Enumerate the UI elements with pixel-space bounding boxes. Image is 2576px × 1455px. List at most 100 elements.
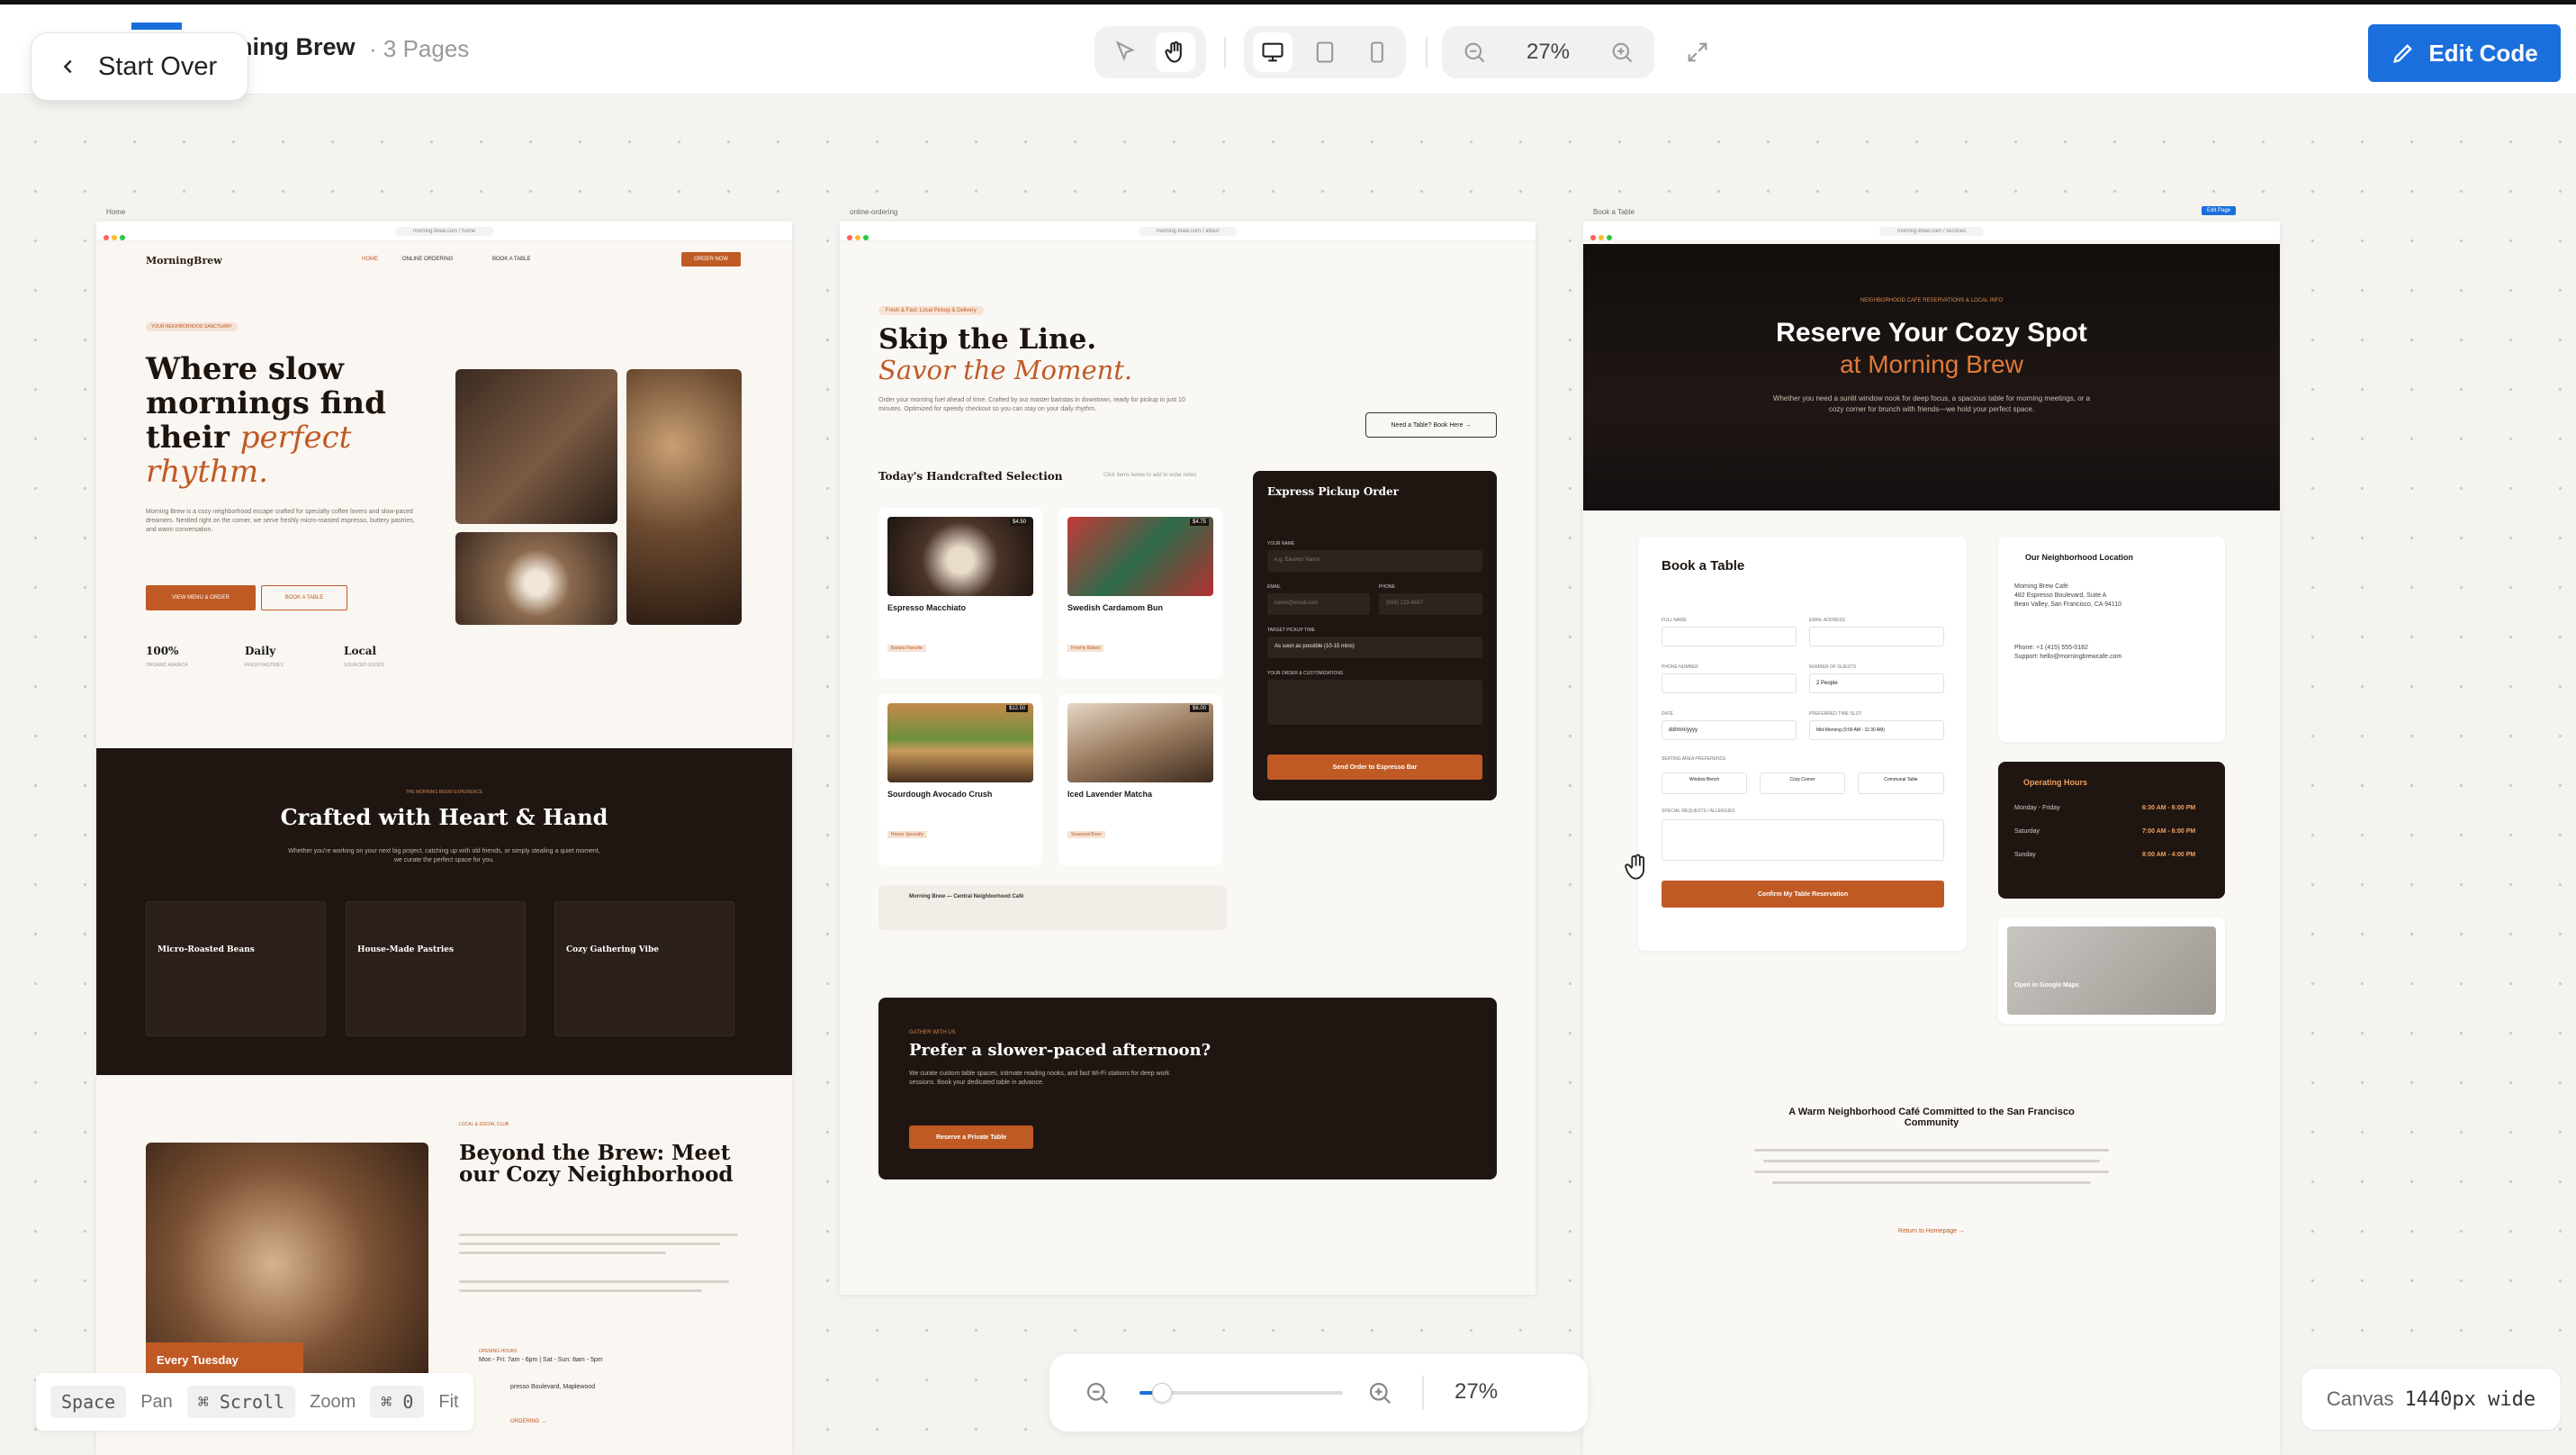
zoom-in-icon[interactable] <box>1366 1379 1393 1406</box>
seating-option[interactable]: Communal Table <box>1858 773 1944 794</box>
customizations-textarea[interactable] <box>1267 680 1482 725</box>
email-input[interactable] <box>1809 627 1944 646</box>
nav-order-button[interactable]: ORDER NOW <box>681 252 741 267</box>
booking-form-title: Book a Table <box>1662 558 1745 574</box>
text-line <box>459 1289 702 1292</box>
field-label: SPECIAL REQUESTS / ALLERGIES <box>1662 809 1735 814</box>
cursor-icon <box>1115 41 1135 62</box>
url-bar: morning-brew.com / home <box>394 227 494 236</box>
frame-order[interactable]: morning-brew.com / about Fresh & Fast: L… <box>840 221 1536 1295</box>
nav-book-table[interactable]: BOOK A TABLE <box>492 257 530 262</box>
pencil-icon <box>2393 44 2413 63</box>
seating-option[interactable]: Cozy Corner <box>1760 773 1845 794</box>
edit-code-button[interactable]: Edit Code <box>2368 24 2561 82</box>
experience-eyebrow: THE MORNING BREW EXPERIENCE <box>405 790 483 795</box>
pan-tool-button[interactable] <box>1156 32 1195 72</box>
browser-chrome: morning-brew.com / about <box>840 221 1536 241</box>
date-input[interactable]: dd/mm/yyyy <box>1662 720 1797 740</box>
zoom-in-button[interactable] <box>1602 32 1642 72</box>
nav-online-ordering[interactable]: ONLINE ORDERING <box>402 257 453 262</box>
hours-title: Operating Hours <box>2023 778 2088 787</box>
phone-input[interactable]: (555) 123-4567 <box>1379 593 1482 615</box>
bread-photo <box>626 369 742 625</box>
select-tool-button[interactable] <box>1105 32 1145 72</box>
divider <box>1426 37 1428 68</box>
hours-time: 6:30 AM - 6:00 PM <box>2142 805 2196 811</box>
name-input[interactable]: e.g. Eleanor Vance <box>1267 550 1482 572</box>
feature-card: Cozy Gathering Vibe <box>554 901 734 1036</box>
zoom-slider-track[interactable] <box>1139 1383 1343 1403</box>
nav-home[interactable]: HOME <box>362 257 378 262</box>
pickup-time-select[interactable]: As soon as possible (10-15 mins) <box>1267 637 1482 658</box>
browser-chrome: morning-brew.com / home <box>96 221 792 241</box>
menu-item-card[interactable]: Sourdough Avocado Crush $12.50 House Spe… <box>878 694 1042 865</box>
menu-item-name: Iced Lavender Matcha <box>1067 790 1153 799</box>
menu-item-card[interactable]: Espresso Macchiato $4.50 Barista Favorit… <box>878 508 1042 679</box>
seating-option[interactable]: Window Bench <box>1662 773 1747 794</box>
menu-item-photo <box>887 703 1033 782</box>
edit-page-chip[interactable]: Edit Page <box>2202 206 2237 215</box>
about-title: A Warm Neighborhood Café Committed to th… <box>1788 1107 2075 1128</box>
frame-book[interactable]: morning-brew.com / services NEIGHBORHOOD… <box>1583 221 2280 1455</box>
expand-icon <box>1688 42 1707 62</box>
menu-item-card[interactable]: Iced Lavender Matcha $6.00 Seasonal Brew <box>1058 694 1222 865</box>
url-bar: morning-brew.com / about <box>1138 227 1238 236</box>
support-line: Support: hello@morningbrewcafe.com <box>2014 654 2122 660</box>
canvas-width-indicator: Canvas 1440px wide <box>2301 1368 2562 1431</box>
phone-input[interactable] <box>1662 673 1797 693</box>
window-dots <box>847 229 871 245</box>
frame-tag-order: online-ordering <box>850 208 898 216</box>
phone-line: Phone: +1 (415) 555-0182 <box>2014 645 2088 651</box>
mobile-view-button[interactable] <box>1357 32 1397 72</box>
chevron-left-icon <box>63 59 72 74</box>
zoom-out-icon[interactable] <box>1084 1379 1111 1406</box>
start-over-button[interactable]: Start Over <box>31 32 248 101</box>
zoom-out-button[interactable] <box>1455 32 1494 72</box>
desktop-view-button[interactable] <box>1253 32 1293 72</box>
full-name-input[interactable] <box>1662 627 1797 646</box>
menu-item-photo <box>887 517 1033 596</box>
frame-home[interactable]: morning-brew.com / home MorningBrew HOME… <box>96 221 792 1455</box>
canvas-width: 1440px wide <box>2404 1387 2536 1411</box>
field-label: EMAIL ADDRESS <box>1809 618 1846 623</box>
map-card[interactable]: Open in Google Maps <box>1998 917 2225 1024</box>
address-value: presso Boulevard, Maplewood <box>510 1384 596 1390</box>
menu-item-name: Espresso Macchiato <box>887 603 967 612</box>
open-maps-link[interactable]: Open in Google Maps <box>2014 982 2079 989</box>
tablet-view-button[interactable] <box>1305 32 1345 72</box>
hand-icon <box>1165 41 1182 63</box>
book-here-button[interactable]: Need a Table? Book Here → <box>1365 412 1497 438</box>
ordering-link[interactable]: ORDERING → <box>510 1419 546 1424</box>
book-table-button[interactable]: BOOK A TABLE <box>261 585 347 610</box>
stat-value: Daily <box>245 645 276 657</box>
zoom-bar: 27% <box>1049 1354 1588 1432</box>
reserve-table-button[interactable]: Reserve a Private Table <box>909 1125 1033 1149</box>
view-menu-button[interactable]: VIEW MENU & ORDER <box>146 585 256 610</box>
feature-card: House-Made Pastries <box>346 901 526 1036</box>
confirm-reservation-button[interactable]: Confirm My Table Reservation <box>1662 881 1944 908</box>
time-slot-select[interactable]: Mid-Morning (9:00 AM - 11:30 AM) <box>1809 720 1944 740</box>
url-bar: morning-brew.com / services <box>1878 227 1985 236</box>
divider <box>1422 1376 1424 1410</box>
guests-select[interactable]: 2 People <box>1809 673 1944 693</box>
experience-section: THE MORNING BREW EXPERIENCE Crafted with… <box>96 748 792 1075</box>
cafe-photo <box>455 369 617 524</box>
send-order-button[interactable]: Send Order to Espresso Bar <box>1267 755 1482 780</box>
zoom-slider-handle[interactable] <box>1152 1383 1173 1403</box>
book-body: Whether you need a sunlit window nook fo… <box>1772 394 2091 413</box>
return-homepage-link[interactable]: Return to Homepage → <box>1583 1228 2280 1234</box>
zoom-group: 27% <box>1442 26 1654 78</box>
section-eyebrow: LOCAL & SOCIAL CLUB <box>459 1122 509 1127</box>
fullscreen-button[interactable] <box>1678 32 1717 72</box>
menu-item-tag: Freshly Baked <box>1067 645 1103 652</box>
special-requests-textarea[interactable] <box>1662 819 1944 861</box>
project-logo-mark <box>131 23 182 30</box>
menu-item-price: $4.75 <box>1190 519 1210 526</box>
email-input[interactable]: name@email.com <box>1267 593 1370 615</box>
map-preview <box>2007 926 2216 1015</box>
field-label: PHONE <box>1379 584 1395 590</box>
canvas-label: Canvas <box>2326 1387 2394 1410</box>
menu-item-card[interactable]: Swedish Cardamom Bun $4.75 Freshly Baked <box>1058 508 1222 679</box>
fit-key: ⌘ 0 <box>370 1386 425 1418</box>
menu-item-photo <box>1067 703 1213 782</box>
